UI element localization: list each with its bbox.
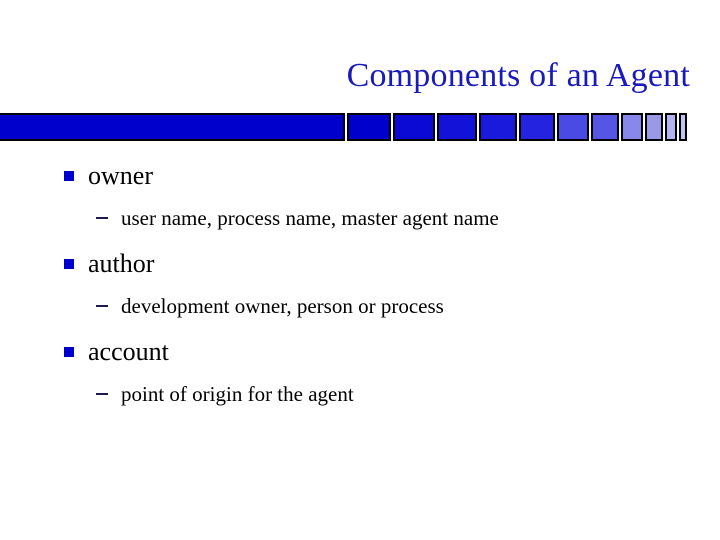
square-bullet-icon bbox=[64, 347, 74, 357]
square-bullet-icon bbox=[64, 259, 74, 269]
bullet-group: author development owner, person or proce… bbox=[0, 248, 720, 336]
bullet-level2: development owner, person or process bbox=[0, 292, 720, 336]
bullet-level2-label: point of origin for the agent bbox=[121, 382, 354, 406]
accent-bar-segment bbox=[679, 113, 687, 141]
bullet-level1-label: author bbox=[88, 249, 155, 278]
bullet-group: owner user name, process name, master age… bbox=[0, 160, 720, 248]
segmented-accent-bar bbox=[0, 113, 687, 141]
accent-bar-segment bbox=[393, 113, 435, 141]
bullet-level2: point of origin for the agent bbox=[0, 380, 720, 424]
accent-bar-segment bbox=[621, 113, 643, 141]
accent-bar-segment bbox=[347, 113, 391, 141]
accent-bar-segment bbox=[591, 113, 619, 141]
dash-bullet-icon bbox=[96, 393, 108, 395]
dash-bullet-icon bbox=[96, 217, 108, 219]
accent-bar-segment bbox=[665, 113, 677, 141]
dash-bullet-icon bbox=[96, 305, 108, 307]
accent-bar-segment bbox=[557, 113, 589, 141]
slide-body: owner user name, process name, master age… bbox=[0, 160, 720, 424]
bullet-level1: account bbox=[0, 336, 720, 380]
bullet-level1: owner bbox=[0, 160, 720, 204]
bullet-level1-label: owner bbox=[88, 161, 153, 190]
accent-bar-segment bbox=[519, 113, 555, 141]
bullet-level2-label: user name, process name, master agent na… bbox=[121, 206, 499, 230]
accent-bar-segment bbox=[645, 113, 663, 141]
slide-title: Components of an Agent bbox=[346, 57, 690, 94]
accent-bar-segment bbox=[437, 113, 477, 141]
slide-canvas: Components of an Agent owner user name, p… bbox=[0, 0, 720, 540]
bullet-level2: user name, process name, master agent na… bbox=[0, 204, 720, 248]
bullet-level1-label: account bbox=[88, 337, 169, 366]
bullet-level1: author bbox=[0, 248, 720, 292]
accent-bar-segment bbox=[0, 113, 345, 141]
accent-bar-segment bbox=[479, 113, 517, 141]
bullet-level2-label: development owner, person or process bbox=[121, 294, 444, 318]
square-bullet-icon bbox=[64, 171, 74, 181]
bullet-group: account point of origin for the agent bbox=[0, 336, 720, 424]
